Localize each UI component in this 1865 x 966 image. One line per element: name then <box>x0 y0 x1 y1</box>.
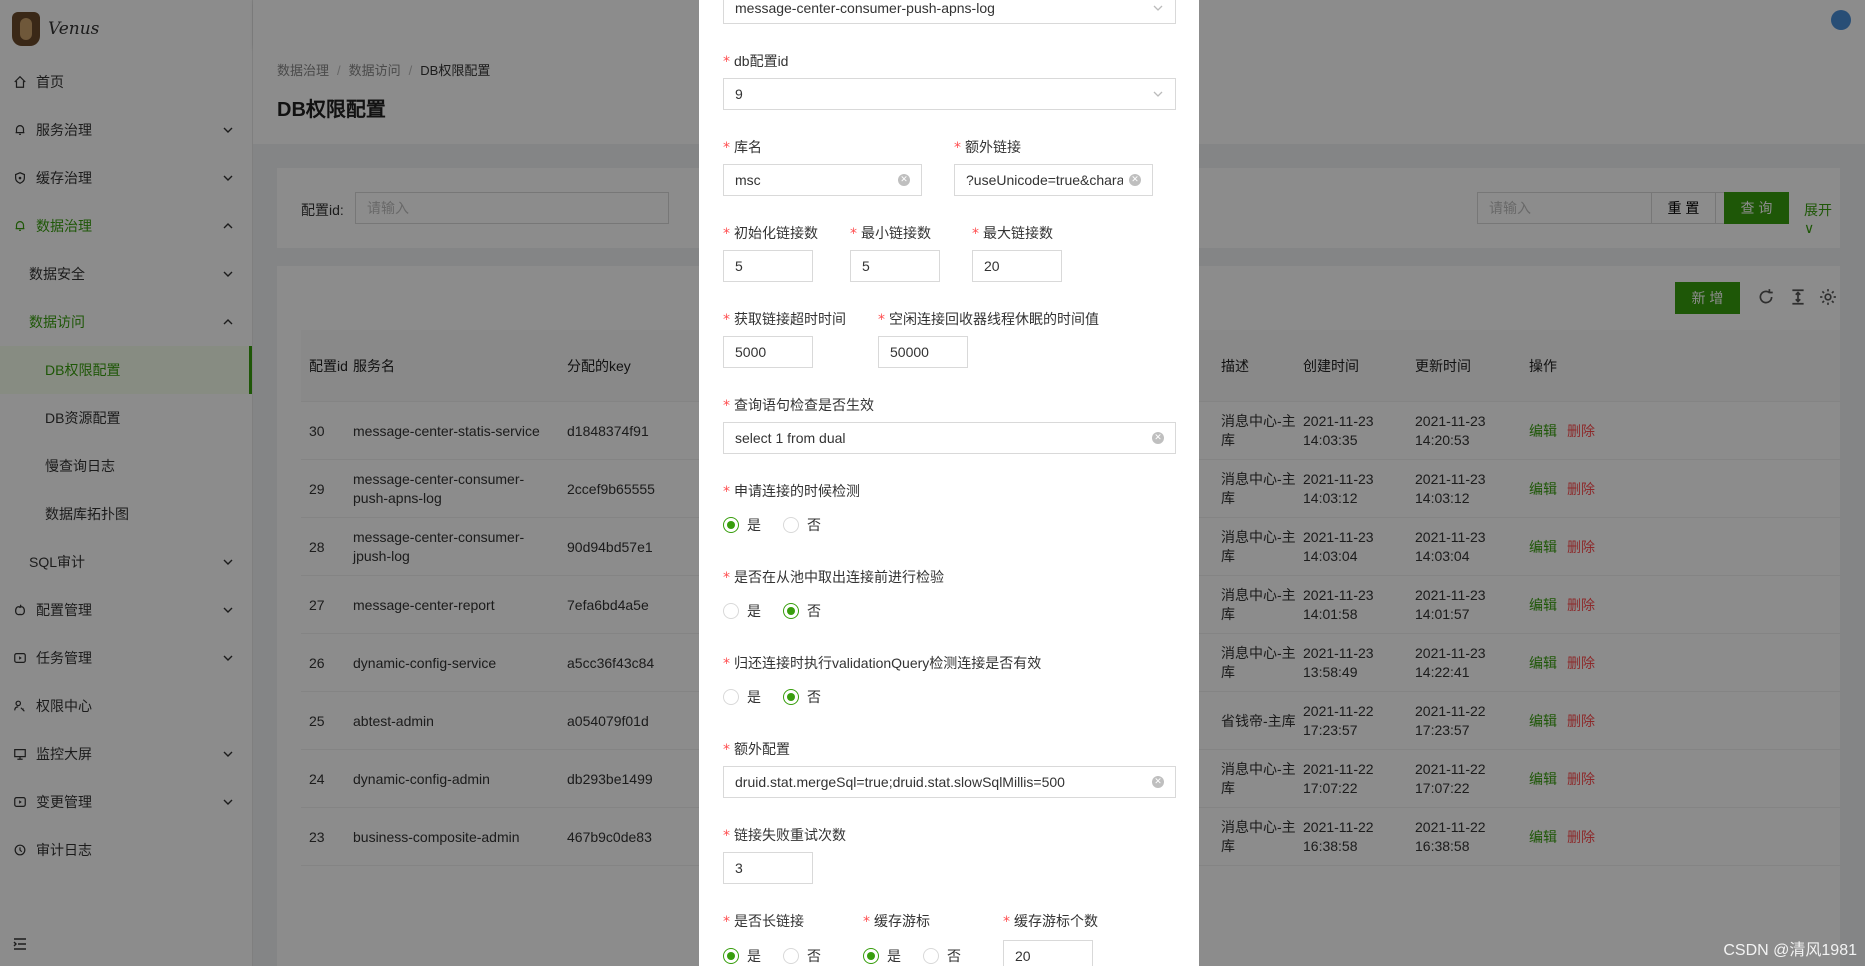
radio-yes[interactable]: 是 <box>863 946 901 966</box>
validation-query-input[interactable]: select 1 from dual ✕ <box>723 422 1176 454</box>
idle-sleep-label: * 空闲连接回收器线程休眠的时间值 <box>878 311 1099 328</box>
radio-yes[interactable]: 是 <box>723 946 761 966</box>
extra-link-label: * 额外链接 <box>954 139 1021 156</box>
edit-modal: message-center-consumer-push-apns-log * d… <box>699 0 1199 966</box>
extra-config-input[interactable]: druid.stat.mergeSql=true;druid.stat.slow… <box>723 766 1176 798</box>
test-while-idle-label: * 申请连接的时候检测 <box>723 483 860 500</box>
clear-icon[interactable]: ✕ <box>1129 174 1141 186</box>
test-on-return-label: * 归还连接时执行validationQuery检测连接是否有效 <box>723 655 1042 672</box>
cursor-count-input[interactable]: 20 <box>1003 940 1093 966</box>
test-while-idle-radio: 是 否 <box>723 515 843 535</box>
min-conn-input[interactable]: 5 <box>850 250 940 282</box>
radio-no[interactable]: 否 <box>783 946 821 966</box>
retry-input[interactable]: 3 <box>723 852 813 884</box>
chevron-down-icon <box>1152 88 1164 100</box>
timeout-input[interactable]: 5000 <box>723 336 813 368</box>
test-on-return-radio: 是 否 <box>723 687 843 707</box>
db-name-label: * 库名 <box>723 139 762 156</box>
clear-icon[interactable]: ✕ <box>1152 432 1164 444</box>
radio-yes[interactable]: 是 <box>723 515 761 535</box>
extra-config-label: * 额外配置 <box>723 741 790 758</box>
cursor-label: * 缓存游标 <box>863 913 930 930</box>
db-config-id-label: * db配置id <box>723 53 789 70</box>
radio-no[interactable]: 否 <box>783 601 821 621</box>
keep-alive-label: * 是否长链接 <box>723 913 804 930</box>
timeout-label: * 获取链接超时时间 <box>723 311 846 328</box>
clear-icon[interactable]: ✕ <box>898 174 910 186</box>
db-name-input[interactable]: msc ✕ <box>723 164 922 196</box>
db-config-id-select[interactable]: 9 <box>723 78 1176 110</box>
cursor-radio: 是 否 <box>863 946 983 966</box>
init-conn-input[interactable]: 5 <box>723 250 813 282</box>
keep-alive-radio: 是 否 <box>723 946 843 966</box>
radio-yes[interactable]: 是 <box>723 687 761 707</box>
test-on-borrow-label: * 是否在从池中取出连接前进行检验 <box>723 569 944 586</box>
csdn-watermark: CSDN @清风1981 <box>1723 942 1857 959</box>
init-conn-label: * 初始化链接数 <box>723 225 818 242</box>
retry-label: * 链接失败重试次数 <box>723 827 846 844</box>
radio-no[interactable]: 否 <box>923 946 961 966</box>
idle-sleep-input[interactable]: 50000 <box>878 336 968 368</box>
service-select[interactable]: message-center-consumer-push-apns-log <box>723 0 1176 24</box>
max-conn-input[interactable]: 20 <box>972 250 1062 282</box>
test-on-borrow-radio: 是 否 <box>723 601 843 621</box>
radio-no[interactable]: 否 <box>783 687 821 707</box>
min-conn-label: * 最小链接数 <box>850 225 931 242</box>
validation-query-label: * 查询语句检查是否生效 <box>723 397 874 414</box>
chevron-down-icon <box>1152 2 1164 14</box>
cursor-count-label: * 缓存游标个数 <box>1003 913 1098 930</box>
extra-link-input[interactable]: ?useUnicode=true&charac ✕ <box>954 164 1153 196</box>
radio-yes[interactable]: 是 <box>723 601 761 621</box>
clear-icon[interactable]: ✕ <box>1152 776 1164 788</box>
max-conn-label: * 最大链接数 <box>972 225 1053 242</box>
radio-no[interactable]: 否 <box>783 515 821 535</box>
